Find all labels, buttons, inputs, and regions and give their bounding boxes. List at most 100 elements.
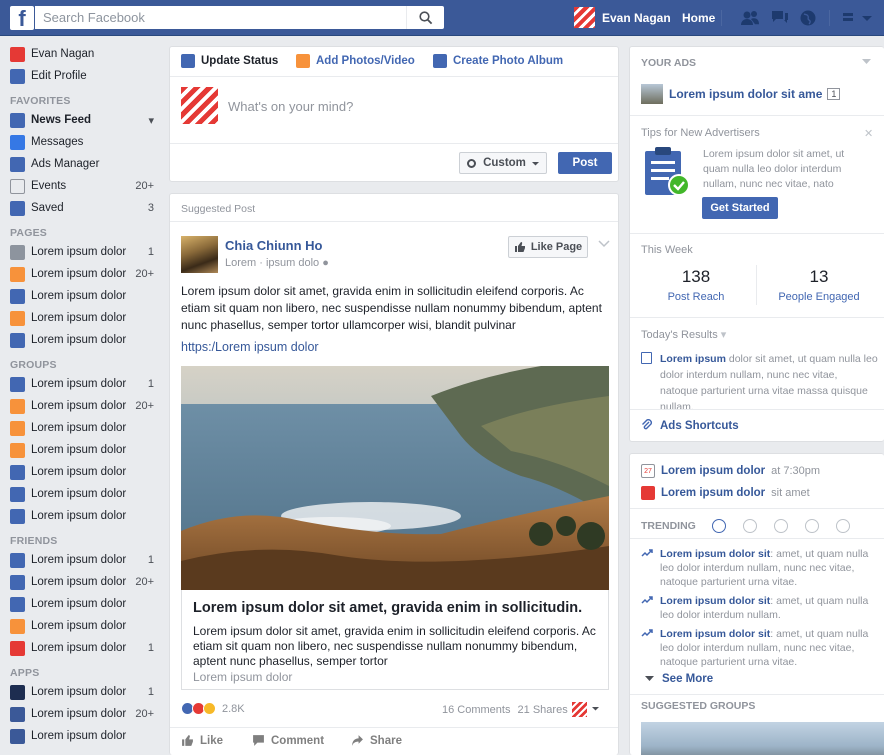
chevron-down-icon[interactable]	[598, 240, 610, 248]
sidebar-item-friends[interactable]: Lorem ipsum dolor 1	[10, 550, 154, 570]
see-more-link[interactable]: See More	[645, 673, 713, 685]
like-button[interactable]: Like	[181, 734, 223, 747]
sidebar-item-groups[interactable]: Lorem ipsum dolor	[10, 506, 154, 526]
sidebar-item-friends[interactable]: Lorem ipsum dolor 1	[10, 638, 154, 658]
ads-shortcuts-label: Ads Shortcuts	[660, 419, 739, 432]
post-link[interactable]: https:/Lorem ipsum dolor	[181, 340, 319, 354]
chevron-down-icon[interactable]	[591, 704, 600, 713]
sidebar-item-favorites[interactable]: Events 20+	[10, 176, 154, 196]
trending-item[interactable]: Lorem ipsum dolor sit: amet, ut quam nul…	[641, 547, 881, 589]
status-input[interactable]: What's on your mind?	[228, 99, 353, 114]
sidebar-item-pages[interactable]: Lorem ipsum dolor	[10, 330, 154, 350]
friend-requests-icon[interactable]	[740, 9, 760, 27]
sidebar-item-pages[interactable]: Lorem ipsum dolor 1	[10, 242, 154, 262]
clipboard-check-icon	[645, 147, 690, 196]
tab-create-photo-album[interactable]: Create Photo Album	[433, 54, 563, 68]
sidebar-item-friends[interactable]: Lorem ipsum dolor	[10, 616, 154, 636]
notifications-globe-icon[interactable]	[798, 9, 818, 27]
profile-link[interactable]: Evan Nagan	[10, 44, 154, 64]
sidebar-item-groups[interactable]: Lorem ipsum dolor	[10, 418, 154, 438]
nav-count: 20+	[135, 268, 154, 280]
close-icon[interactable]: ✕	[864, 127, 873, 140]
like-page-button[interactable]: Like Page	[508, 236, 588, 258]
chevron-down-icon[interactable]	[858, 9, 878, 27]
post-subtitle-text: Lorem · ipsum dolo	[225, 257, 320, 269]
author-name[interactable]: Chia Chiunn Ho	[225, 238, 323, 253]
sidebar-item-apps[interactable]: Lorem ipsum dolor 20+	[10, 704, 154, 724]
avatar[interactable]	[572, 702, 587, 717]
event-item[interactable]: Lorem ipsum dolor sit amet	[641, 486, 810, 500]
post-image[interactable]	[181, 366, 609, 590]
sidebar-item-friends[interactable]: Lorem ipsum dolor	[10, 594, 154, 614]
post-reach-metric[interactable]: 138 Post Reach	[641, 267, 751, 303]
sidebar-item-favorites[interactable]: News Feed ▾	[10, 110, 154, 130]
facebook-logo[interactable]: f	[10, 6, 34, 30]
sidebar-item-favorites[interactable]: Ads Manager	[10, 154, 154, 174]
nav-label: News Feed	[31, 114, 92, 126]
trending-science-icon[interactable]	[773, 519, 788, 533]
sidebar-item-pages[interactable]: Lorem ipsum dolor	[10, 286, 154, 306]
group-icon	[10, 376, 25, 392]
trending-item[interactable]: Lorem ipsum dolor sit: amet, ut quam nul…	[641, 627, 881, 669]
haha-reaction-icon	[203, 702, 216, 715]
messages-icon[interactable]	[770, 9, 790, 27]
sidebar-item-pages[interactable]: Lorem ipsum dolor 20+	[10, 264, 154, 284]
ad-item[interactable]: Lorem ipsum dolor sit ame 1	[641, 84, 841, 104]
sidebar-item-groups[interactable]: Lorem ipsum dolor	[10, 462, 154, 482]
author-avatar[interactable]	[181, 236, 218, 273]
nav-label: Evan Nagan	[31, 48, 95, 60]
comments-count[interactable]: 16 Comments	[442, 704, 510, 716]
link-preview[interactable]: Lorem ipsum dolor sit amet, gravida enim…	[181, 590, 609, 690]
post-stats: 16 Comments 21 Shares	[442, 704, 568, 716]
sidebar-item-pages[interactable]: Lorem ipsum dolor	[10, 308, 154, 328]
tab-update-status[interactable]: Update Status	[181, 54, 278, 68]
nav-label: Lorem ipsum dolor	[31, 620, 127, 632]
sidebar-item-favorites[interactable]: Messages	[10, 132, 154, 152]
post-text: Lorem ipsum dolor sit amet, gravida enim…	[181, 284, 602, 332]
search-button[interactable]	[406, 6, 444, 29]
home-link[interactable]: Home	[682, 11, 715, 25]
trending-item[interactable]: Lorem ipsum dolor sit: amet, ut quam nul…	[641, 594, 881, 622]
avatar	[181, 87, 218, 124]
chevron-down-icon[interactable]: ▾	[148, 114, 154, 127]
people-engaged-metric[interactable]: 13 People Engaged	[764, 267, 874, 303]
reaction-summary[interactable]: 2.8K	[181, 702, 245, 715]
edit-profile-link[interactable]: Edit Profile	[10, 66, 154, 86]
app-icon	[10, 706, 25, 722]
trending-all-icon[interactable]	[711, 519, 726, 533]
ads-manager-icon	[10, 156, 25, 172]
chevron-down-icon[interactable]	[862, 59, 871, 66]
sidebar-item-friends[interactable]: Lorem ipsum dolor 20+	[10, 572, 154, 592]
sidebar-item-apps[interactable]: Lorem ipsum dolor 1	[10, 682, 154, 702]
search-input[interactable]	[35, 6, 444, 29]
ads-shortcuts-link[interactable]: Ads Shortcuts	[641, 419, 739, 432]
trending-sports-icon[interactable]	[804, 519, 819, 533]
trending-entertainment-icon[interactable]	[835, 519, 850, 533]
comment-icon	[253, 735, 264, 746]
suggested-group-image[interactable]	[641, 722, 884, 755]
sidebar-item-groups[interactable]: Lorem ipsum dolor	[10, 440, 154, 460]
audience-selector-button[interactable]: Custom	[459, 152, 547, 174]
see-more-label: See More	[662, 673, 714, 685]
trending-politics-icon[interactable]	[742, 519, 757, 533]
shares-count[interactable]: 21 Shares	[518, 704, 568, 716]
sidebar-item-favorites[interactable]: Saved 3	[10, 198, 154, 218]
share-button[interactable]: Share	[351, 734, 402, 747]
event-item[interactable]: 27 Lorem ipsum dolor at 7:30pm	[641, 464, 820, 478]
get-started-button[interactable]: Get Started	[702, 197, 778, 219]
chevron-down-icon[interactable]: ▾	[721, 329, 727, 341]
sidebar-item-groups[interactable]: Lorem ipsum dolor 20+	[10, 396, 154, 416]
tab-add-photos-video[interactable]: Add Photos/Video	[296, 54, 415, 68]
sidebar-item-apps[interactable]: Lorem ipsum dolor	[10, 726, 154, 746]
sidebar-item-groups[interactable]: Lorem ipsum dolor	[10, 484, 154, 504]
status-composer: Update Status Add Photos/Video Create Ph…	[169, 46, 619, 182]
document-icon	[641, 352, 652, 364]
comment-button[interactable]: Comment	[252, 734, 324, 747]
results-link[interactable]: Lorem ipsum	[660, 353, 726, 365]
trending-title: TRENDING	[641, 520, 696, 532]
topbar-profile-link[interactable]: Evan Nagan	[574, 7, 671, 28]
metric-label: People Engaged	[778, 291, 860, 303]
post-button[interactable]: Post	[558, 152, 612, 174]
sidebar-item-groups[interactable]: Lorem ipsum dolor 1	[10, 374, 154, 394]
audience-label: Custom	[483, 157, 526, 169]
